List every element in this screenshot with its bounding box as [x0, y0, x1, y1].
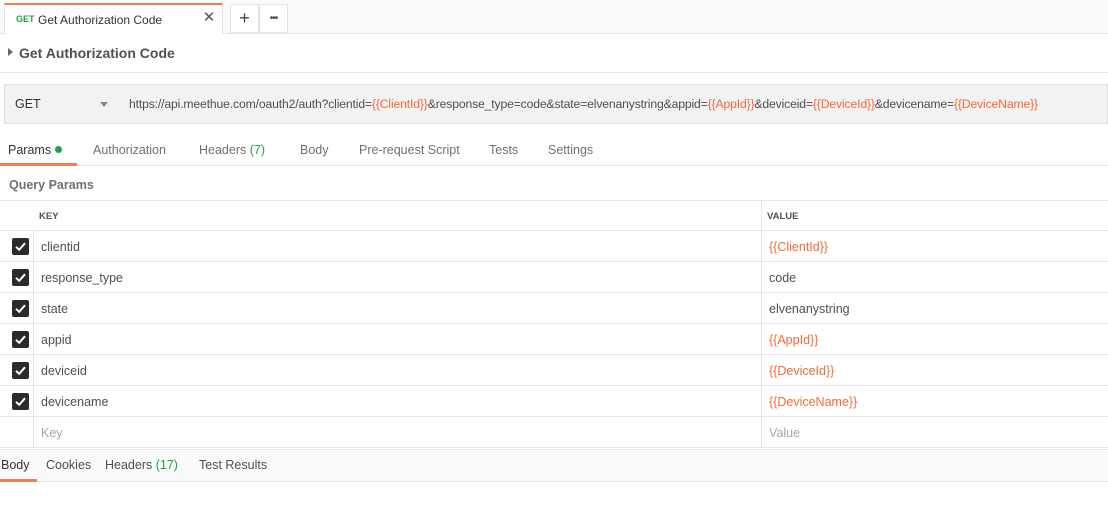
tab-body[interactable]: Body: [300, 143, 329, 157]
param-value[interactable]: {{DeviceId}}: [769, 364, 834, 378]
more-icon: •••: [269, 13, 278, 24]
chevron-down-icon: [100, 102, 108, 107]
tab-bar: GET Get Authorization Code ✕ + •••: [0, 0, 1108, 34]
plus-icon: +: [239, 8, 250, 28]
response-tabs: Body Cookies Headers (17) Test Results: [0, 449, 1108, 482]
url-segment: &response_type=code&state=elvenanystring…: [427, 97, 708, 111]
key-input[interactable]: Key: [41, 426, 63, 440]
tab-method-badge: GET: [16, 14, 35, 24]
url-segment: &devicename=: [874, 97, 954, 111]
request-name-row: Get Authorization Code: [0, 35, 1108, 73]
tab-tests[interactable]: Tests: [489, 143, 518, 157]
checkbox-cell: [0, 324, 34, 354]
empty-checkbox-cell: [0, 417, 34, 447]
active-tab-indicator: [0, 163, 77, 166]
method-select[interactable]: GET: [4, 84, 119, 124]
query-params-table: KEY VALUE clientid {{ClientId}} response_t…: [0, 200, 1108, 448]
column-divider: [761, 293, 762, 323]
table-row: devicename {{DeviceName}}: [0, 386, 1108, 417]
url-variable: {{AppId}}: [707, 97, 755, 111]
tab-params[interactable]: Params: [8, 143, 63, 157]
checkbox-cell: [0, 386, 34, 416]
param-enabled-checkbox[interactable]: [12, 362, 29, 379]
tab-params-label: Params: [8, 143, 52, 157]
caret-right-icon[interactable]: [8, 48, 13, 56]
request-tabs: Params Authorization Headers (7) Body Pr…: [0, 136, 1108, 166]
new-param-row: Key Value: [0, 417, 1108, 448]
response-tab-test-results[interactable]: Test Results: [199, 458, 267, 472]
param-value[interactable]: {{ClientId}}: [769, 240, 828, 254]
request-name[interactable]: Get Authorization Code: [19, 45, 175, 61]
param-key[interactable]: devicename: [41, 395, 108, 409]
new-tab-button[interactable]: +: [230, 4, 259, 33]
response-headers-label: Headers: [105, 458, 153, 472]
column-divider: [761, 231, 762, 261]
table-row: state elvenanystring: [0, 293, 1108, 324]
tab-headers-count: (7): [249, 143, 266, 157]
response-tab-body[interactable]: Body: [1, 458, 30, 472]
value-column-header: VALUE: [767, 211, 799, 222]
param-enabled-checkbox[interactable]: [12, 269, 29, 286]
key-column-header: KEY: [39, 211, 59, 222]
url-segment: https://api.meethue.com/oauth2/auth?clie…: [129, 97, 372, 111]
table-row: clientid {{ClientId}}: [0, 231, 1108, 262]
table-row: appid {{AppId}}: [0, 324, 1108, 355]
column-divider: [761, 355, 762, 385]
tab-settings[interactable]: Settings: [548, 143, 593, 157]
tab-title: Get Authorization Code: [38, 13, 163, 27]
close-icon[interactable]: ✕: [200, 9, 218, 27]
method-value: GET: [15, 97, 41, 111]
tab-authorization[interactable]: Authorization: [93, 143, 166, 157]
url-variable: {{DeviceId}}: [812, 97, 875, 111]
param-key[interactable]: clientid: [41, 240, 80, 254]
checkbox-cell: [0, 293, 34, 323]
response-headers-count: (17): [155, 458, 178, 472]
param-key[interactable]: state: [41, 302, 68, 316]
query-params-title: Query Params: [9, 178, 94, 192]
checkbox-cell: [0, 262, 34, 292]
param-key[interactable]: deviceid: [41, 364, 87, 378]
more-tabs-button[interactable]: •••: [259, 4, 288, 33]
tab-prerequest-script[interactable]: Pre-request Script: [359, 143, 460, 157]
column-divider: [761, 201, 762, 230]
column-divider: [761, 324, 762, 354]
param-value[interactable]: {{DeviceName}}: [769, 395, 857, 409]
column-divider: [761, 386, 762, 416]
active-response-tab-indicator: [0, 479, 37, 482]
url-variable: {{ClientId}}: [371, 97, 428, 111]
value-input[interactable]: Value: [769, 426, 800, 440]
table-row: response_type code: [0, 262, 1108, 293]
response-tab-headers[interactable]: Headers (17): [105, 458, 178, 472]
url-variable: {{DeviceName}}: [953, 97, 1038, 111]
params-active-dot: [55, 146, 63, 153]
checkbox-cell: [0, 231, 34, 261]
param-enabled-checkbox[interactable]: [12, 331, 29, 348]
param-enabled-checkbox[interactable]: [12, 393, 29, 410]
checkbox-cell: [0, 355, 34, 385]
table-header: KEY VALUE: [0, 200, 1108, 231]
param-key[interactable]: response_type: [41, 271, 123, 285]
url-text: https://api.meethue.com/oauth2/auth?clie…: [129, 97, 1038, 111]
param-enabled-checkbox[interactable]: [12, 300, 29, 317]
url-segment: &deviceid=: [754, 97, 813, 111]
column-divider: [761, 262, 762, 292]
param-value[interactable]: {{AppId}}: [769, 333, 818, 347]
request-tab[interactable]: GET Get Authorization Code ✕: [4, 3, 223, 34]
response-tab-cookies[interactable]: Cookies: [46, 458, 91, 472]
table-row: deviceid {{DeviceId}}: [0, 355, 1108, 386]
param-value[interactable]: elvenanystring: [769, 302, 850, 316]
url-input[interactable]: https://api.meethue.com/oauth2/auth?clie…: [118, 84, 1108, 124]
param-enabled-checkbox[interactable]: [12, 238, 29, 255]
param-value[interactable]: code: [769, 271, 796, 285]
column-divider: [761, 417, 762, 447]
tab-headers[interactable]: Headers (7): [199, 143, 265, 157]
param-key[interactable]: appid: [41, 333, 72, 347]
tab-headers-label: Headers: [199, 143, 247, 157]
